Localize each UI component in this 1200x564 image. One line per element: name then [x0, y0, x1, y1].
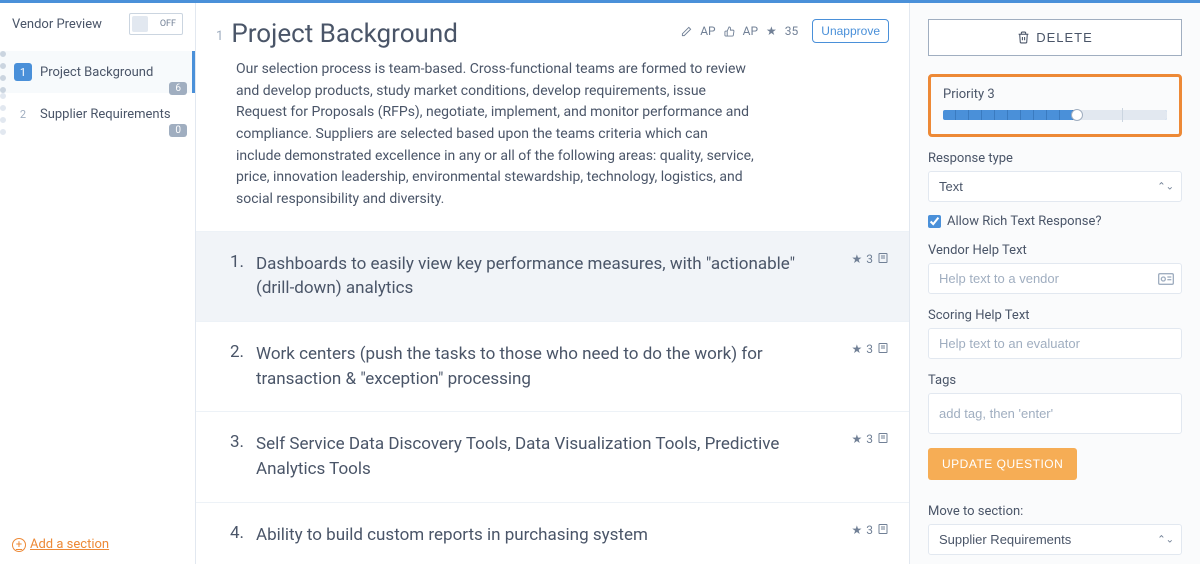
star-icon: ★ — [851, 523, 862, 537]
unapprove-button[interactable]: Unapprove — [812, 19, 889, 43]
update-question-button[interactable]: UPDATE QUESTION — [928, 448, 1077, 480]
sidebar-item-project-background[interactable]: 1 Project Background 6 — [0, 51, 195, 93]
vendor-help-input[interactable] — [928, 263, 1182, 294]
question-text: Work centers (push the tasks to those wh… — [256, 342, 851, 391]
sidebar: Vendor Preview OFF 1 Project Background … — [0, 3, 196, 564]
question-num: 2. — [216, 342, 256, 391]
ap-badge-2: AP — [743, 24, 758, 38]
main-content: 1 Project Background AP AP ★ 35 Unapprov… — [196, 3, 910, 564]
note-icon[interactable] — [877, 432, 889, 444]
scoring-help-input[interactable] — [928, 328, 1182, 359]
priority-box: Priority 3 — [928, 74, 1182, 137]
question-priority: 3 — [866, 252, 873, 266]
question-row[interactable]: 3. Self Service Data Discovery Tools, Da… — [196, 411, 909, 501]
scoring-help-field: Scoring Help Text — [928, 308, 1182, 359]
note-icon[interactable] — [877, 252, 889, 264]
delete-button[interactable]: DELETE — [928, 19, 1182, 56]
question-row[interactable]: 1. Dashboards to easily view key perform… — [196, 231, 909, 321]
note-icon[interactable] — [877, 523, 889, 535]
question-priority: 3 — [866, 342, 873, 356]
question-num: 3. — [216, 432, 256, 481]
question-meta: ★ 3 — [851, 252, 889, 301]
vendor-preview-label: Vendor Preview — [12, 17, 102, 32]
star-icon: ★ — [851, 432, 862, 446]
ap-badge-1: AP — [700, 24, 715, 38]
edit-icon[interactable] — [681, 26, 692, 37]
question-priority: 3 — [866, 432, 873, 446]
section-num: 2 — [14, 105, 32, 123]
question-text: Self Service Data Discovery Tools, Data … — [256, 432, 851, 481]
add-section-label: Add a section — [30, 537, 109, 552]
section-name: Project Background — [40, 65, 185, 80]
allow-rich-text-row: Allow Rich Text Response? — [928, 214, 1182, 229]
sidebar-item-supplier-requirements[interactable]: 2 Supplier Requirements 0 — [0, 93, 195, 135]
section-description: Our selection process is team-based. Cro… — [236, 59, 756, 211]
priority-slider[interactable] — [943, 110, 1167, 120]
move-section: Move to section: Supplier Requirements ⌃… — [928, 504, 1182, 564]
toggle-state: OFF — [160, 19, 176, 29]
priority-label: Priority 3 — [943, 87, 1167, 102]
vendor-preview-toggle[interactable]: OFF — [129, 13, 183, 35]
add-section-link[interactable]: + Add a section — [0, 525, 195, 564]
question-priority: 3 — [866, 523, 873, 537]
question-text: Ability to build custom reports in purch… — [256, 523, 851, 548]
move-section-select[interactable]: Supplier Requirements — [928, 524, 1182, 555]
response-type-field: Response type Text ⌃⌄ — [928, 151, 1182, 202]
question-row[interactable]: 2. Work centers (push the tasks to those… — [196, 321, 909, 411]
section-name: Supplier Requirements — [40, 107, 185, 122]
question-row[interactable]: 4. Ability to build custom reports in pu… — [196, 502, 909, 564]
question-meta: ★ 3 — [851, 523, 889, 548]
id-card-icon[interactable] — [1158, 273, 1174, 285]
question-meta: ★ 3 — [851, 342, 889, 391]
response-type-label: Response type — [928, 151, 1182, 166]
slider-thumb[interactable] — [1071, 109, 1083, 121]
star-icon: ★ — [851, 342, 862, 356]
scoring-help-label: Scoring Help Text — [928, 308, 1182, 323]
plus-circle-icon: + — [12, 538, 26, 552]
section-title-num: 1 — [216, 29, 223, 44]
delete-label: DELETE — [1036, 30, 1093, 45]
allow-rich-text-checkbox[interactable] — [928, 215, 941, 228]
section-header: 1 Project Background AP AP ★ 35 Unapprov… — [196, 3, 909, 231]
allow-rich-text-label: Allow Rich Text Response? — [947, 214, 1102, 229]
question-text: Dashboards to easily view key performanc… — [256, 252, 851, 301]
question-meta: ★ 3 — [851, 432, 889, 481]
star-count: 35 — [785, 24, 799, 38]
tags-label: Tags — [928, 373, 1182, 388]
trash-icon — [1017, 31, 1030, 44]
move-label: Move to section: — [928, 504, 1182, 519]
vendor-preview-row: Vendor Preview OFF — [0, 3, 195, 45]
tags-input[interactable] — [928, 393, 1182, 434]
tags-field: Tags — [928, 373, 1182, 434]
star-icon: ★ — [851, 252, 862, 266]
section-count: 0 — [169, 124, 187, 137]
response-type-select[interactable]: Text — [928, 171, 1182, 202]
section-list: 1 Project Background 6 2 Supplier Requir… — [0, 45, 195, 525]
note-icon[interactable] — [877, 342, 889, 354]
thumbs-up-icon[interactable] — [724, 26, 735, 37]
right-panel: DELETE Priority 3 Response type Text ⌃⌄ … — [910, 3, 1200, 564]
vendor-help-label: Vendor Help Text — [928, 243, 1182, 258]
section-meta: AP AP ★ 35 Unapprove — [681, 19, 889, 43]
vendor-help-field: Vendor Help Text — [928, 243, 1182, 294]
section-title: Project Background — [231, 19, 681, 49]
star-icon: ★ — [766, 24, 777, 38]
question-num: 4. — [216, 523, 256, 548]
question-num: 1. — [216, 252, 256, 301]
section-num: 1 — [14, 63, 32, 81]
